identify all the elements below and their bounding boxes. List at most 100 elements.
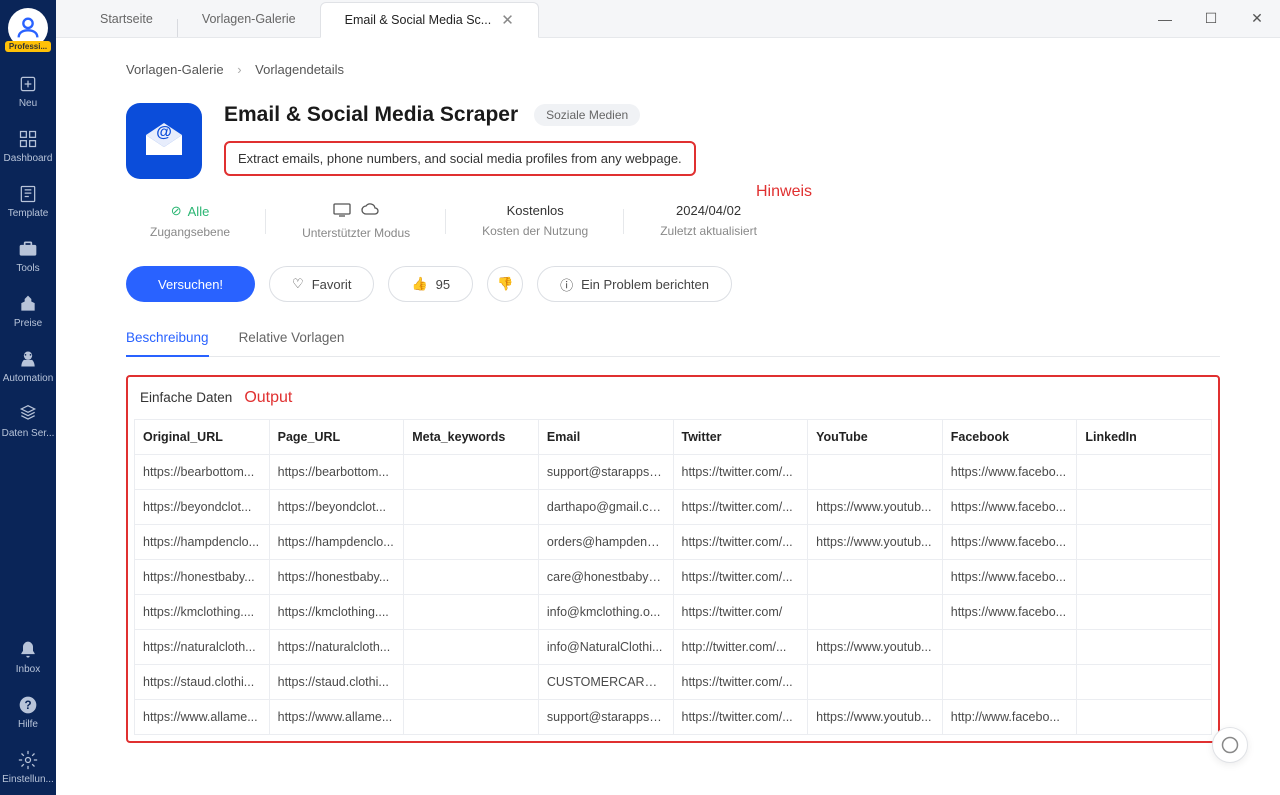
table-cell: https://www.youtub... bbox=[808, 630, 943, 665]
sidebar-item-dashboard[interactable]: Dashboard bbox=[0, 119, 56, 174]
table-cell: https://staud.clothi... bbox=[269, 665, 404, 700]
tab-active[interactable]: Email & Social Media Sc... ✕ bbox=[320, 2, 539, 38]
tab-gallery[interactable]: Vorlagen-Galerie bbox=[178, 1, 320, 37]
table-header: Facebook bbox=[942, 420, 1077, 455]
sidebar-item-help[interactable]: ? Hilfe bbox=[0, 685, 56, 740]
table-header: Twitter bbox=[673, 420, 808, 455]
sidebar-item-label: Preise bbox=[14, 318, 42, 329]
check-icon: ⊘ bbox=[171, 203, 182, 219]
sidebar-item-label: Hilfe bbox=[18, 719, 38, 730]
table-cell: https://beyondclot... bbox=[135, 490, 270, 525]
table-cell: https://www.youtub... bbox=[808, 525, 943, 560]
topbar: Startseite Vorlagen-Galerie Email & Soci… bbox=[56, 0, 1280, 38]
tab-description[interactable]: Beschreibung bbox=[126, 330, 209, 357]
sidebar-item-tools[interactable]: Tools bbox=[0, 229, 56, 284]
table-cell: https://twitter.com/... bbox=[673, 525, 808, 560]
meta-row: ⊘Alle Zugangsebene Unterstützter Modus K… bbox=[126, 203, 1220, 240]
table-cell bbox=[404, 490, 539, 525]
window-maximize[interactable]: ☐ bbox=[1188, 0, 1234, 38]
breadcrumb-gallery[interactable]: Vorlagen-Galerie bbox=[126, 62, 224, 77]
table-cell: https://www.facebo... bbox=[942, 560, 1077, 595]
table-cell: https://kmclothing.... bbox=[135, 595, 270, 630]
table-cell: orders@hampdencl... bbox=[538, 525, 673, 560]
help-float-button[interactable] bbox=[1212, 727, 1248, 763]
heart-icon: ♡ bbox=[292, 276, 304, 292]
table-cell: https://kmclothing.... bbox=[269, 595, 404, 630]
try-button[interactable]: Versuchen! bbox=[126, 266, 255, 302]
table-row[interactable]: https://staud.clothi...https://staud.clo… bbox=[135, 665, 1212, 700]
svg-text:@: @ bbox=[156, 124, 172, 141]
sidebar-item-label: Inbox bbox=[16, 664, 40, 675]
table-row[interactable]: https://kmclothing....https://kmclothing… bbox=[135, 595, 1212, 630]
like-button[interactable]: 👍95 bbox=[388, 266, 473, 302]
table-cell: https://www.youtub... bbox=[808, 700, 943, 735]
table-cell: https://naturalcloth... bbox=[135, 630, 270, 665]
sidebar-item-new[interactable]: Neu bbox=[0, 64, 56, 119]
table-cell bbox=[1077, 700, 1212, 735]
table-cell: https://bearbottom... bbox=[135, 455, 270, 490]
table-cell: https://staud.clothi... bbox=[135, 665, 270, 700]
table-cell bbox=[404, 595, 539, 630]
table-cell bbox=[942, 630, 1077, 665]
window-close[interactable]: ✕ bbox=[1234, 0, 1280, 38]
table-cell: http://twitter.com/... bbox=[673, 630, 808, 665]
table-cell: https://www.facebo... bbox=[942, 525, 1077, 560]
table-cell bbox=[404, 455, 539, 490]
thumbsup-icon: 👍 bbox=[411, 276, 427, 292]
sidebar-item-dataservice[interactable]: Daten Ser... bbox=[0, 394, 56, 449]
favorite-button[interactable]: ♡Favorit bbox=[269, 266, 374, 302]
table-cell: https://beyondclot... bbox=[269, 490, 404, 525]
table-cell: https://twitter.com/... bbox=[673, 455, 808, 490]
sidebar-item-settings[interactable]: Einstellun... bbox=[0, 740, 56, 795]
sidebar-item-template[interactable]: Template bbox=[0, 174, 56, 229]
cloud-icon bbox=[361, 203, 379, 220]
table-row[interactable]: https://bearbottom...https://bearbottom.… bbox=[135, 455, 1212, 490]
table-cell: https://naturalcloth... bbox=[269, 630, 404, 665]
hinweis-label: Hinweis bbox=[756, 183, 812, 201]
table-cell: https://twitter.com/... bbox=[673, 560, 808, 595]
table-cell: https://hampdenclo... bbox=[135, 525, 270, 560]
table-header: Email bbox=[538, 420, 673, 455]
sidebar-item-label: Daten Ser... bbox=[2, 428, 55, 439]
table-cell bbox=[404, 560, 539, 595]
sidebar-item-inbox[interactable]: Inbox bbox=[0, 630, 56, 685]
sidebar-item-pricing[interactable]: Preise bbox=[0, 284, 56, 339]
table-cell: https://honestbaby... bbox=[135, 560, 270, 595]
output-box: Einfache Daten Output Original_URLPage_U… bbox=[126, 375, 1220, 743]
table-cell: https://bearbottom... bbox=[269, 455, 404, 490]
table-row[interactable]: https://honestbaby...https://honestbaby.… bbox=[135, 560, 1212, 595]
sidebar-item-label: Neu bbox=[19, 98, 37, 109]
dislike-button[interactable]: 👎 bbox=[487, 266, 523, 302]
table-row[interactable]: https://www.allame...https://www.allame.… bbox=[135, 700, 1212, 735]
sidebar-item-label: Automation bbox=[3, 373, 54, 384]
plan-badge: Professi... bbox=[5, 41, 51, 52]
table-cell bbox=[404, 665, 539, 700]
svg-text:?: ? bbox=[24, 699, 31, 712]
table-row[interactable]: https://hampdenclo...https://hampdenclo.… bbox=[135, 525, 1212, 560]
sidebar-item-automation[interactable]: Automation bbox=[0, 339, 56, 394]
window-minimize[interactable]: — bbox=[1142, 0, 1188, 38]
sidebar: Professi... Neu Dashboard Template Tools… bbox=[0, 0, 56, 795]
table-cell: support@starapps.s... bbox=[538, 455, 673, 490]
tab-related[interactable]: Relative Vorlagen bbox=[239, 330, 345, 356]
close-icon[interactable]: ✕ bbox=[501, 11, 514, 29]
sidebar-item-label: Einstellun... bbox=[2, 774, 54, 785]
template-icon: @ bbox=[126, 103, 202, 179]
breadcrumb: Vorlagen-Galerie › Vorlagendetails bbox=[126, 62, 1220, 77]
table-cell: http://www.facebo... bbox=[942, 700, 1077, 735]
table-header: YouTube bbox=[808, 420, 943, 455]
table-cell: CUSTOMERCARE@... bbox=[538, 665, 673, 700]
table-row[interactable]: https://beyondclot...https://beyondclot.… bbox=[135, 490, 1212, 525]
table-cell: https://www.facebo... bbox=[942, 490, 1077, 525]
category-chip[interactable]: Soziale Medien bbox=[534, 104, 640, 126]
report-button[interactable]: ⓘEin Problem berichten bbox=[537, 266, 732, 302]
table-header: Meta_keywords bbox=[404, 420, 539, 455]
app-logo[interactable]: Professi... bbox=[8, 8, 48, 48]
table-cell bbox=[1077, 595, 1212, 630]
table-cell: https://www.facebo... bbox=[942, 455, 1077, 490]
table-row[interactable]: https://naturalcloth...https://naturalcl… bbox=[135, 630, 1212, 665]
tab-home[interactable]: Startseite bbox=[76, 1, 177, 37]
table-cell bbox=[808, 455, 943, 490]
table-cell: https://www.allame... bbox=[135, 700, 270, 735]
table-cell bbox=[1077, 665, 1212, 700]
